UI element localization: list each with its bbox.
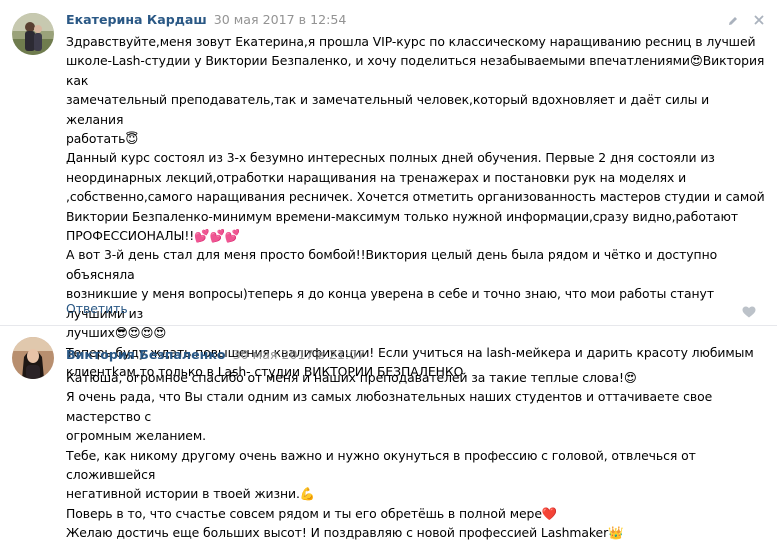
comment-text: Катюша, огромное спасибо от меня и наших… <box>66 370 713 541</box>
pencil-icon[interactable] <box>727 12 739 31</box>
reply-link[interactable]: Ответить <box>66 301 128 316</box>
author-name[interactable]: Екатерина Кардаш <box>66 12 207 27</box>
close-icon[interactable] <box>753 11 765 30</box>
avatar[interactable] <box>12 13 54 55</box>
author-name[interactable]: Виктория Безпаленко <box>66 347 226 362</box>
comment-date[interactable]: 30 мая 2017 в 12:54 <box>214 12 347 27</box>
comment-1: Екатерина Кардаш 30 мая 2017 в 12:54 Здр… <box>0 0 777 379</box>
comment-2: Виктория Безпаленко 30 мая 2017 в 21:07 … <box>0 326 777 540</box>
avatar-photo <box>12 337 54 379</box>
comment-date[interactable]: 30 мая 2017 в 21:07 <box>233 347 366 362</box>
avatar-photo <box>12 13 54 55</box>
heart-icon[interactable] <box>742 303 756 322</box>
comment-header: Виктория Безпаленко 30 мая 2017 в 21:07 <box>66 347 365 363</box>
avatar[interactable] <box>12 337 54 379</box>
comment-header: Екатерина Кардаш 30 мая 2017 в 12:54 <box>66 12 346 28</box>
